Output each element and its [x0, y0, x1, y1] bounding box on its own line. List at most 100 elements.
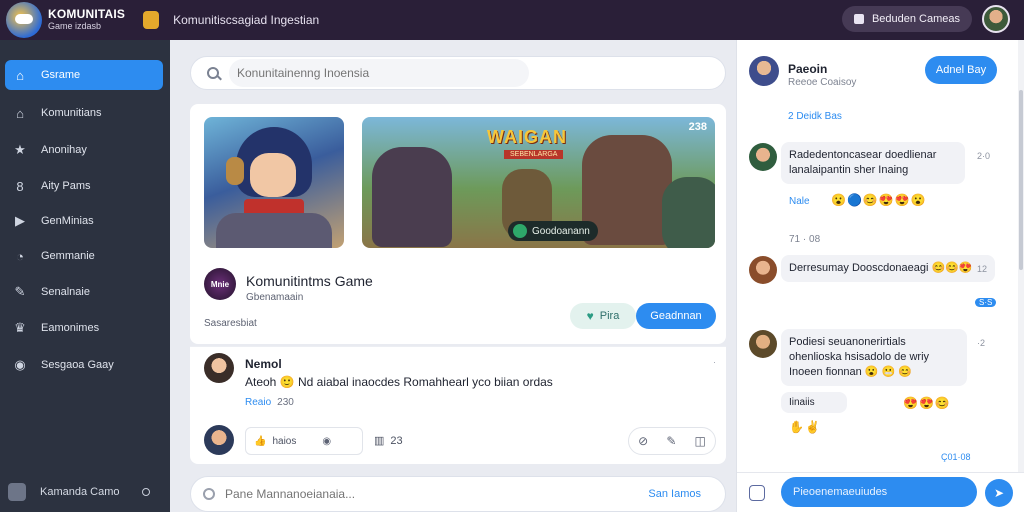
- search-icon: [203, 488, 215, 500]
- link-icon[interactable]: ⊘: [638, 434, 648, 448]
- chat-header-name: Paeoin: [788, 62, 828, 76]
- reply-label: Reaio: [245, 397, 272, 408]
- heart-icon: ♥: [586, 309, 594, 323]
- game-subtitle: Gbenamaain: [246, 292, 304, 303]
- post: Nemol · Ateoh 🙂 Nd aiabal inaocdes Romah…: [190, 346, 726, 464]
- send-icon[interactable]: ➤: [985, 479, 1013, 507]
- chat-input-bar: ➤: [737, 472, 1024, 512]
- sidebar-item-label: Gemmanie: [41, 250, 95, 262]
- post-actions: ⊘ ✎ ◫: [628, 427, 716, 455]
- reply-count: 230: [277, 397, 294, 408]
- chat-header-avatar[interactable]: [749, 56, 779, 86]
- edit-icon[interactable]: ✎: [666, 434, 676, 448]
- sidebar-item-profile[interactable]: 8 Aity Pams: [5, 171, 163, 201]
- sidebar-item-communities[interactable]: ⌂ Komunitians: [5, 98, 163, 128]
- game-logo: Mnie: [204, 268, 236, 300]
- sidebar-item-location[interactable]: ◉ Sesgaoa Gaay: [5, 350, 163, 380]
- banner-tag: SEBENLARGA: [504, 150, 564, 159]
- star-icon: ★: [14, 142, 26, 157]
- current-user-avatar[interactable]: [204, 425, 234, 455]
- join-button[interactable]: Geadnnan: [636, 303, 716, 329]
- sidebar-item-label: Aity Pams: [41, 180, 91, 192]
- like-label: Pira: [599, 310, 620, 322]
- sidebar-footer-label: Kamanda Camo: [40, 486, 120, 498]
- community-icon: ⌂: [16, 105, 24, 121]
- sidebar-item-home[interactable]: ⌂ Gsrame: [5, 60, 163, 90]
- message-time: ·2: [977, 338, 986, 348]
- game-meta: Sasaresbiat: [204, 318, 257, 329]
- post-reply-link[interactable]: Reaio 230: [245, 397, 294, 408]
- top-action-button[interactable]: Beduden Cameas: [841, 6, 972, 32]
- user-avatar[interactable]: [982, 5, 1010, 33]
- banner-title: WAIGAN: [487, 127, 567, 147]
- search-icon: [207, 67, 219, 79]
- sidebar-item-label: GenMinias: [41, 215, 94, 227]
- sidebar-item-comments[interactable]: ◔ Gemmanie: [5, 241, 163, 271]
- sidebar-item-label: Sesgaoa Gaay: [41, 359, 114, 371]
- sidebar-item-games[interactable]: ▶ GenMinias: [5, 206, 163, 236]
- edit-icon: ✎: [14, 284, 26, 299]
- sidebar-item-label: Senalnaie: [41, 286, 90, 298]
- comment-icon[interactable]: ◫: [695, 434, 706, 448]
- user-icon: 8: [16, 178, 24, 194]
- search-input[interactable]: [229, 59, 529, 87]
- sidebar-item-favorites[interactable]: ★ Anonihay: [5, 135, 163, 165]
- message-avatar[interactable]: [749, 143, 777, 171]
- stats-icon: ▥: [374, 435, 385, 447]
- message-bubble: Radedentoncasear doedlienar lanalaipanti…: [781, 142, 965, 184]
- game-banner-artwork[interactable]: WAIGAN SEBENLARGA 238 Goodoanann: [362, 117, 715, 248]
- post-composer[interactable]: San Iamos: [190, 476, 726, 512]
- online-count[interactable]: 2 Deidk Bas: [788, 111, 842, 122]
- message-tag: S·S: [969, 294, 997, 308]
- reaction-add-icon[interactable]: ✋✌: [789, 420, 821, 434]
- post-stat: ▥ 23: [374, 434, 403, 447]
- stat-value: 23: [390, 435, 403, 447]
- chat-input[interactable]: [781, 477, 977, 507]
- message-author[interactable]: Nale: [789, 196, 810, 207]
- brand-title: KOMUNITAIS: [48, 7, 126, 21]
- message-avatar[interactable]: [749, 256, 777, 284]
- badge-icon: [143, 11, 160, 29]
- post-corner-time: ·: [713, 357, 716, 367]
- composer-send-button[interactable]: San Iamos: [648, 488, 701, 500]
- game-name: Komunitintms Game: [246, 273, 373, 289]
- day-divider: 71 · 08: [789, 234, 821, 245]
- chat-scrollbar[interactable]: [1018, 40, 1024, 512]
- message-chip[interactable]: Iinaiis: [781, 392, 847, 413]
- composer-input[interactable]: [225, 487, 605, 501]
- message-bubble: Podiesi seuanonerirtials ohenlioska hsis…: [781, 329, 967, 386]
- brand: KOMUNITAIS Game izdasb: [48, 8, 125, 32]
- post-likes-box[interactable]: 👍 haios ◉: [245, 427, 363, 455]
- page-title: Komunitiscsagiad Ingestian: [173, 13, 320, 27]
- message-reactions[interactable]: 😍😍😊: [903, 396, 951, 410]
- game-card: WAIGAN SEBENLARGA 238 Goodoanann Mnie Ko…: [190, 104, 726, 344]
- sidebar-item-trophies[interactable]: ♛ Eamonimes: [5, 313, 163, 343]
- top-action-label: Beduden Cameas: [871, 13, 960, 25]
- like-button[interactable]: ♥ Pira: [570, 303, 636, 329]
- chat-icon: ◔: [16, 248, 24, 264]
- lock-icon: [853, 14, 864, 24]
- message-reactions[interactable]: 😮🔵😊😍😍😮: [831, 193, 927, 207]
- chat-panel: Paeoin Reeoe Coaisoy Adnel Bay 2 Deidk B…: [736, 40, 1024, 512]
- app-logo-icon[interactable]: [6, 2, 42, 38]
- post-text: Ateoh 🙂 Nd aiabal inaocdes Romahhearl yc…: [245, 375, 553, 389]
- banner-pill[interactable]: Goodoanann: [508, 221, 598, 241]
- sidebar-item-label: Gsrame: [41, 69, 81, 81]
- sidebar-item-label: Eamonimes: [41, 322, 100, 334]
- attach-icon[interactable]: [749, 485, 765, 501]
- status-dot-icon: [142, 488, 150, 496]
- post-author-avatar[interactable]: [204, 353, 234, 383]
- sidebar-item-edit[interactable]: ✎ Senalnaie: [5, 277, 163, 307]
- message-avatar[interactable]: [749, 330, 777, 358]
- search-bar[interactable]: [190, 56, 726, 90]
- play-icon: ▶: [15, 213, 25, 228]
- post-author-name[interactable]: Nemol: [245, 357, 282, 371]
- chat-header-button[interactable]: Adnel Bay: [925, 56, 997, 84]
- top-bar: KOMUNITAIS Game izdasb Komunitiscsagiad …: [0, 0, 1024, 40]
- character-artwork[interactable]: [204, 117, 344, 248]
- sidebar-item-label: Komunitians: [41, 107, 102, 119]
- likes-label: haios: [272, 435, 297, 447]
- home-icon: ⌂: [16, 67, 24, 83]
- sidebar-footer[interactable]: Kamanda Camo: [8, 480, 160, 504]
- chat-footer-time: Ç01·08: [941, 452, 971, 462]
